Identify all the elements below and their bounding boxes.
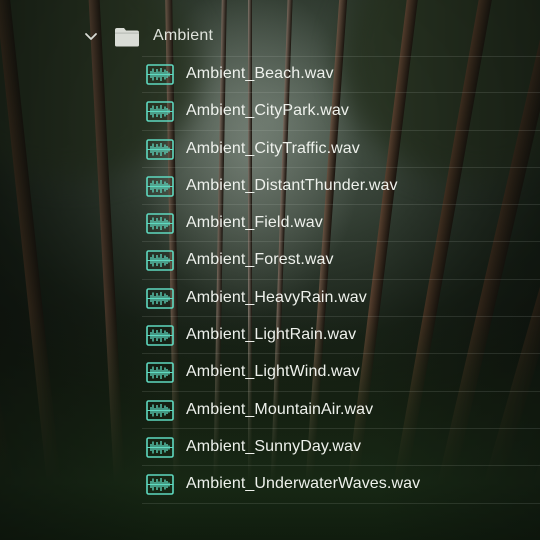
waveform-icon bbox=[146, 64, 174, 85]
waveform-icon bbox=[146, 101, 174, 123]
file-row[interactable]: Ambient_DistantThunder.wav bbox=[0, 168, 540, 206]
file-row[interactable]: Ambient_LightWind.wav bbox=[0, 354, 540, 392]
folder-icon bbox=[115, 28, 139, 47]
folder-name: Ambient bbox=[153, 27, 214, 44]
waveform-icon bbox=[146, 176, 174, 197]
file-name: Ambient_MountainAir.wav bbox=[186, 400, 374, 418]
file-name: Ambient_LightWind.wav bbox=[186, 363, 360, 381]
waveform-icon bbox=[146, 474, 174, 496]
file-tree: Ambient Ambient_Beach.wav Ambient_CityPar… bbox=[0, 0, 540, 540]
file-row[interactable]: Ambient_LightRain.wav bbox=[0, 317, 540, 355]
file-row[interactable]: Ambient_CityTraffic.wav bbox=[0, 131, 540, 169]
folder-row-ambient[interactable]: Ambient bbox=[0, 18, 540, 56]
file-name: Ambient_SunnyDay.wav bbox=[186, 437, 362, 455]
file-row[interactable]: Ambient_UnderwaterWaves.wav bbox=[0, 466, 540, 504]
file-row[interactable]: Ambient_Field.wav bbox=[0, 205, 540, 243]
file-name: Ambient_DistantThunder.wav bbox=[186, 176, 398, 194]
waveform-icon bbox=[146, 325, 174, 346]
file-row[interactable]: Ambient_Beach.wav bbox=[0, 56, 540, 94]
waveform-icon bbox=[146, 362, 174, 384]
file-name: Ambient_CityPark.wav bbox=[186, 102, 349, 120]
file-name: Ambient_Forest.wav bbox=[186, 251, 334, 269]
waveform-icon bbox=[146, 250, 174, 272]
file-name: Ambient_UnderwaterWaves.wav bbox=[186, 475, 421, 493]
waveform-icon bbox=[146, 437, 174, 458]
file-name: Ambient_CityTraffic.wav bbox=[186, 139, 360, 157]
waveform-icon bbox=[146, 138, 174, 160]
file-list: Ambient_Beach.wav Ambient_CityPark.wav Amb… bbox=[0, 56, 540, 504]
file-row[interactable]: Ambient_MountainAir.wav bbox=[0, 392, 540, 430]
file-name: Ambient_Beach.wav bbox=[186, 65, 334, 82]
file-row[interactable]: Ambient_SunnyDay.wav bbox=[0, 429, 540, 467]
file-row[interactable]: Ambient_HeavyRain.wav bbox=[0, 280, 540, 318]
file-name: Ambient_Field.wav bbox=[186, 214, 323, 232]
file-name: Ambient_HeavyRain.wav bbox=[186, 288, 367, 306]
file-row[interactable]: Ambient_CityPark.wav bbox=[0, 93, 540, 131]
file-name: Ambient_LightRain.wav bbox=[186, 326, 357, 344]
waveform-icon bbox=[146, 399, 174, 421]
chevron-down-icon[interactable] bbox=[82, 27, 100, 45]
file-row[interactable]: Ambient_Forest.wav bbox=[0, 242, 540, 281]
waveform-icon bbox=[146, 213, 174, 234]
waveform-icon bbox=[146, 287, 174, 309]
